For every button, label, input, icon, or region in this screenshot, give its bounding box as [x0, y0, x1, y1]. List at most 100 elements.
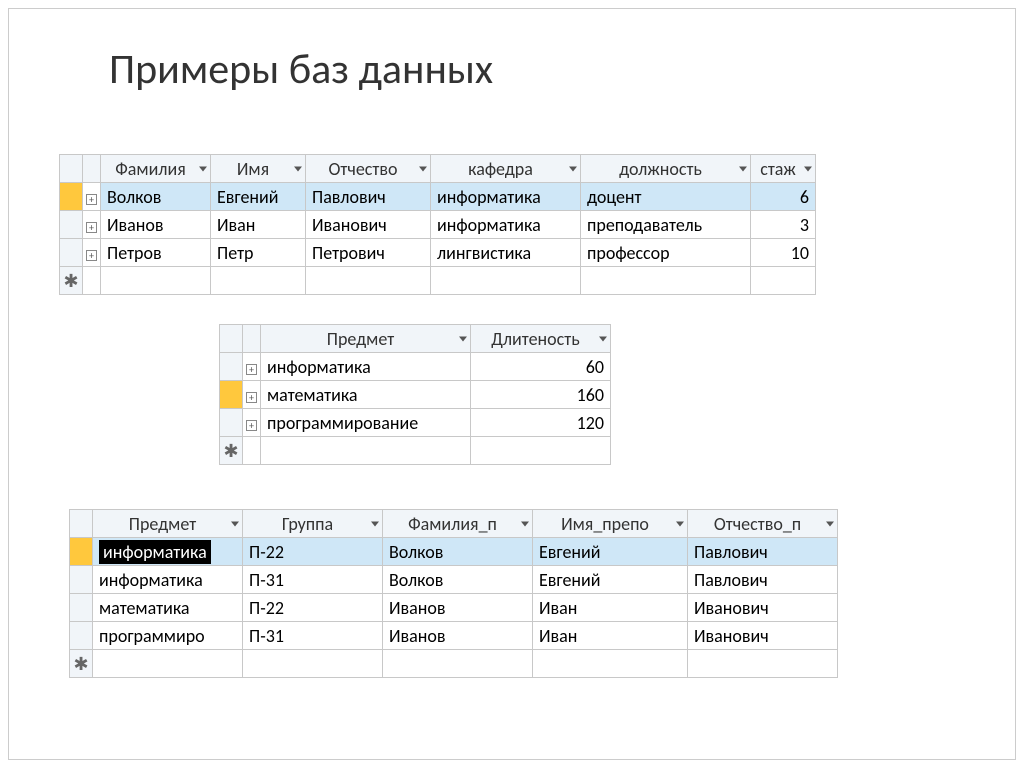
cell[interactable]: преподаватель — [581, 211, 751, 239]
table-row[interactable]: + информатика 60 — [220, 353, 611, 381]
plus-icon[interactable]: + — [246, 420, 257, 431]
chevron-down-icon[interactable] — [199, 166, 207, 171]
cell[interactable]: информатика — [93, 566, 243, 594]
cell[interactable]: информатика — [261, 353, 471, 381]
col-position[interactable]: должность — [581, 155, 751, 183]
expand-cell[interactable]: + — [83, 183, 101, 211]
table-row[interactable]: + Петров Петр Петрович лингвистика профе… — [60, 239, 816, 267]
cell[interactable]: математика — [93, 594, 243, 622]
cell[interactable]: информатика — [431, 183, 581, 211]
cell[interactable]: Волков — [383, 538, 533, 566]
chevron-down-icon[interactable] — [521, 521, 529, 526]
cell[interactable]: программирование — [261, 409, 471, 437]
plus-icon[interactable]: + — [246, 392, 257, 403]
col-group[interactable]: Группа — [243, 510, 383, 538]
new-row[interactable] — [70, 650, 838, 678]
table-row[interactable]: + Иванов Иван Иванович информатика препо… — [60, 211, 816, 239]
cell[interactable]: лингвистика — [431, 239, 581, 267]
cell[interactable]: П-22 — [243, 538, 383, 566]
col-dept[interactable]: кафедра — [431, 155, 581, 183]
new-row-marker[interactable] — [70, 650, 93, 678]
row-selector[interactable] — [60, 183, 83, 211]
chevron-down-icon[interactable] — [676, 521, 684, 526]
table-row[interactable]: математика П-22 Иванов Иван Иванович — [70, 594, 838, 622]
plus-icon[interactable]: + — [86, 222, 97, 233]
cell[interactable]: Иванов — [101, 211, 211, 239]
cell[interactable]: 120 — [471, 409, 611, 437]
cell[interactable]: П-31 — [243, 566, 383, 594]
cell[interactable]: доцент — [581, 183, 751, 211]
row-selector[interactable] — [220, 409, 243, 437]
col-patronymic[interactable]: Отчество_п — [688, 510, 838, 538]
corner-cell[interactable] — [220, 325, 243, 353]
table-row[interactable]: + программирование 120 — [220, 409, 611, 437]
new-row[interactable] — [220, 437, 611, 465]
plus-icon[interactable]: + — [86, 250, 97, 261]
col-duration[interactable]: Длитеность — [471, 325, 611, 353]
cell[interactable]: 6 — [751, 183, 816, 211]
chevron-down-icon[interactable] — [459, 336, 467, 341]
cell[interactable]: Иванов — [383, 594, 533, 622]
teachers-table[interactable]: Фамилия Имя Отчество кафедра должность с… — [59, 154, 816, 295]
chevron-down-icon[interactable] — [419, 166, 427, 171]
cell[interactable]: программиро — [93, 622, 243, 650]
col-name[interactable]: Имя_препо — [533, 510, 688, 538]
cell[interactable]: Волков — [383, 566, 533, 594]
col-patronymic[interactable]: Отчество — [306, 155, 431, 183]
row-selector[interactable] — [220, 381, 243, 409]
table-row[interactable]: + математика 160 — [220, 381, 611, 409]
cell[interactable]: профессор — [581, 239, 751, 267]
chevron-down-icon[interactable] — [371, 521, 379, 526]
corner-cell[interactable] — [70, 510, 93, 538]
chevron-down-icon[interactable] — [599, 336, 607, 341]
cell[interactable]: Иванович — [688, 594, 838, 622]
new-row[interactable] — [60, 267, 816, 295]
cell-selected[interactable]: информатика — [93, 538, 243, 566]
col-subject[interactable]: Предмет — [93, 510, 243, 538]
cell[interactable]: Иван — [533, 594, 688, 622]
row-selector[interactable] — [60, 239, 83, 267]
cell[interactable]: Павлович — [688, 538, 838, 566]
cell[interactable]: Евгений — [533, 566, 688, 594]
expand-cell[interactable]: + — [83, 211, 101, 239]
cell[interactable]: Петр — [211, 239, 306, 267]
cell[interactable]: 160 — [471, 381, 611, 409]
chevron-down-icon[interactable] — [739, 166, 747, 171]
col-lastname[interactable]: Фамилия — [101, 155, 211, 183]
col-lastname[interactable]: Фамилия_п — [383, 510, 533, 538]
cell[interactable]: Иванович — [688, 622, 838, 650]
chevron-down-icon[interactable] — [231, 521, 239, 526]
plus-icon[interactable]: + — [246, 364, 257, 375]
cell[interactable]: Петров — [101, 239, 211, 267]
cell[interactable]: П-31 — [243, 622, 383, 650]
expand-cell[interactable]: + — [243, 381, 261, 409]
row-selector[interactable] — [220, 353, 243, 381]
col-name[interactable]: Имя — [211, 155, 306, 183]
cell[interactable]: Иван — [533, 622, 688, 650]
row-selector[interactable] — [70, 566, 93, 594]
table-row[interactable]: + Волков Евгений Павлович информатика до… — [60, 183, 816, 211]
row-selector[interactable] — [70, 622, 93, 650]
chevron-down-icon[interactable] — [826, 521, 834, 526]
cell[interactable]: Павлович — [688, 566, 838, 594]
cell[interactable]: математика — [261, 381, 471, 409]
cell[interactable]: Иван — [211, 211, 306, 239]
chevron-down-icon[interactable] — [804, 166, 812, 171]
expand-cell[interactable]: + — [243, 353, 261, 381]
expand-cell[interactable]: + — [83, 239, 101, 267]
table-row[interactable]: программиро П-31 Иванов Иван Иванович — [70, 622, 838, 650]
new-row-marker[interactable] — [60, 267, 83, 295]
cell[interactable]: 10 — [751, 239, 816, 267]
row-selector[interactable] — [70, 538, 93, 566]
chevron-down-icon[interactable] — [294, 166, 302, 171]
cell[interactable]: 3 — [751, 211, 816, 239]
assignments-table[interactable]: Предмет Группа Фамилия_п Имя_препо Отчес… — [69, 509, 838, 678]
cell[interactable]: Павлович — [306, 183, 431, 211]
cell[interactable]: П-22 — [243, 594, 383, 622]
new-row-marker[interactable] — [220, 437, 243, 465]
chevron-down-icon[interactable] — [569, 166, 577, 171]
row-selector[interactable] — [60, 211, 83, 239]
cell[interactable]: 60 — [471, 353, 611, 381]
cell[interactable]: Иванов — [383, 622, 533, 650]
expand-cell[interactable]: + — [243, 409, 261, 437]
